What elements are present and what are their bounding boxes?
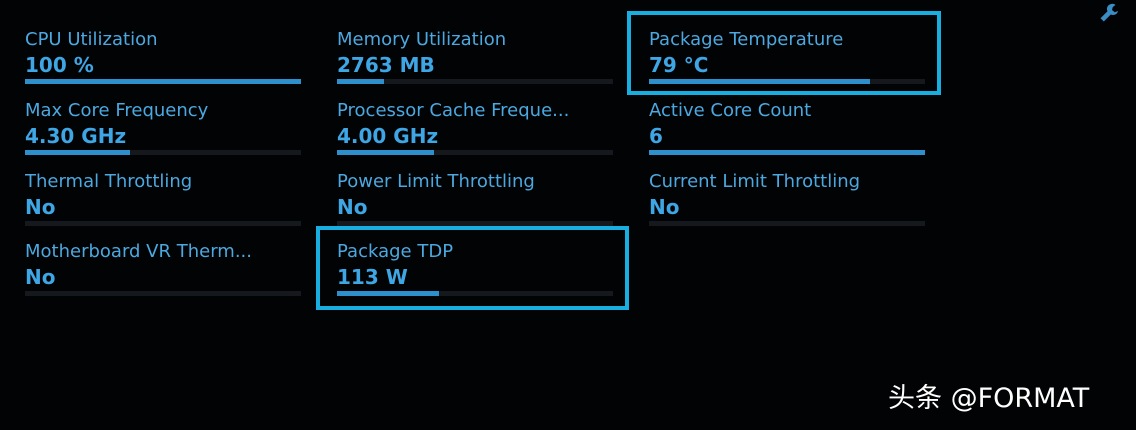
metric-value: 2763 MB bbox=[337, 53, 435, 77]
metric-label: Current Limit Throttling bbox=[649, 171, 861, 192]
metric-label: Thermal Throttling bbox=[25, 171, 193, 192]
metric-bar-fill bbox=[25, 79, 301, 84]
metric-value: No bbox=[337, 195, 368, 219]
metric-bar-fill bbox=[25, 150, 130, 155]
metric-bar-fill bbox=[649, 150, 925, 155]
metric-value: 4.00 GHz bbox=[337, 124, 439, 148]
metric-active-core-count: Active Core Count 6 bbox=[649, 99, 925, 165]
metric-bar-track bbox=[337, 79, 613, 84]
metric-value: 4.30 GHz bbox=[25, 124, 127, 148]
metric-label: Motherboard VR Therm... bbox=[25, 241, 252, 262]
metric-bar-track bbox=[25, 291, 301, 296]
metric-max-core-frequency: Max Core Frequency 4.30 GHz bbox=[25, 99, 301, 165]
metric-bar-track bbox=[25, 150, 301, 155]
metric-value: 100 % bbox=[25, 53, 94, 77]
metric-bar-track bbox=[649, 221, 925, 226]
metric-memory-utilization: Memory Utilization 2763 MB bbox=[337, 28, 613, 94]
metric-motherboard-vr-thermal: Motherboard VR Therm... No bbox=[25, 240, 301, 306]
metric-current-limit-throttling: Current Limit Throttling No bbox=[649, 170, 925, 236]
metric-bar-fill bbox=[337, 79, 384, 84]
metric-label: Max Core Frequency bbox=[25, 100, 209, 121]
metric-label: CPU Utilization bbox=[25, 29, 158, 50]
highlight-frame-package-tdp bbox=[316, 226, 629, 310]
watermark-text: 头条 @FORMAT bbox=[888, 383, 1090, 414]
wrench-icon-graphic bbox=[1100, 3, 1118, 22]
metric-bar-track bbox=[25, 79, 301, 84]
wrench-icon[interactable] bbox=[1098, 2, 1120, 24]
performance-monitor-panel: CPU Utilization 100 % Memory Utilization… bbox=[0, 0, 1136, 430]
metric-value: No bbox=[25, 265, 56, 289]
metric-label: Processor Cache Freque... bbox=[337, 100, 570, 121]
metric-bar-track bbox=[25, 221, 301, 226]
metric-value: No bbox=[25, 195, 56, 219]
metric-bar-fill bbox=[337, 150, 434, 155]
metric-bar-track bbox=[649, 150, 925, 155]
metric-label: Power Limit Throttling bbox=[337, 171, 535, 192]
metric-bar-track bbox=[337, 150, 613, 155]
metric-processor-cache-frequency: Processor Cache Freque... 4.00 GHz bbox=[337, 99, 613, 165]
metric-value: 6 bbox=[649, 124, 663, 148]
metric-thermal-throttling: Thermal Throttling No bbox=[25, 170, 301, 236]
metric-value: No bbox=[649, 195, 680, 219]
highlight-frame-package-temperature bbox=[627, 11, 941, 95]
metric-label: Active Core Count bbox=[649, 100, 812, 121]
metric-label: Memory Utilization bbox=[337, 29, 507, 50]
metric-cpu-utilization: CPU Utilization 100 % bbox=[25, 28, 301, 94]
